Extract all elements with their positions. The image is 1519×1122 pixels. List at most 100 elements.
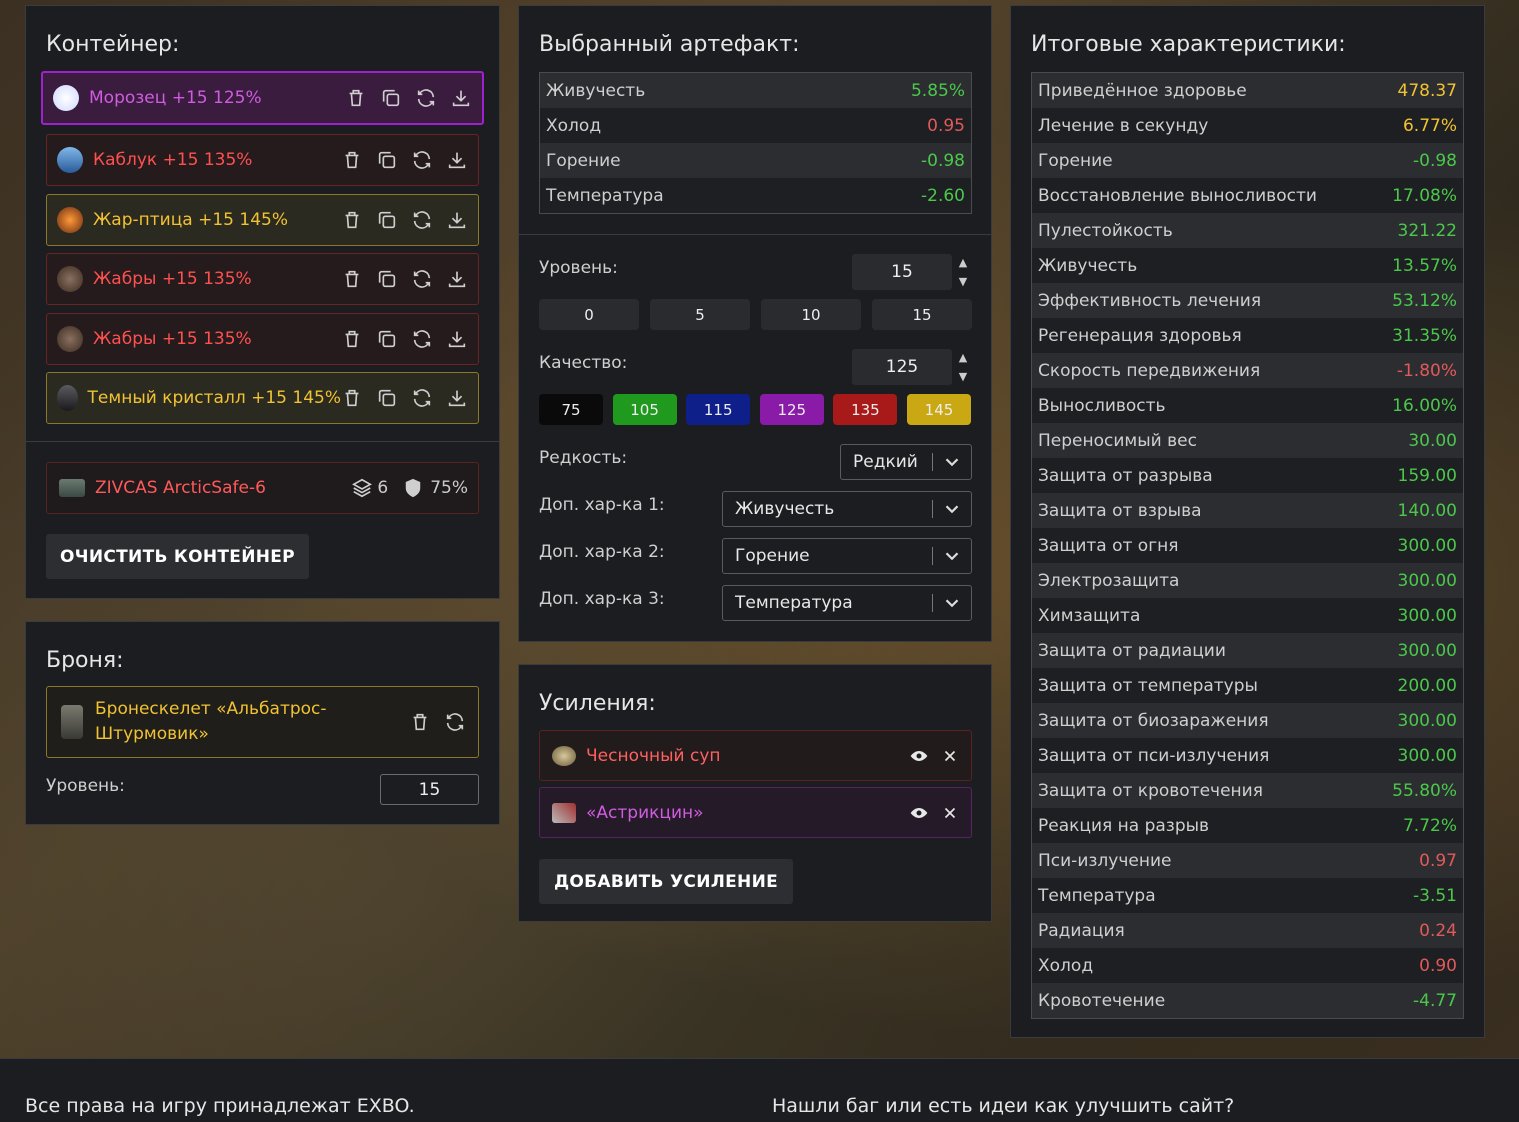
trash-icon[interactable] bbox=[345, 87, 367, 109]
extra1-select[interactable]: Живучесть bbox=[722, 491, 972, 527]
close-icon[interactable] bbox=[941, 747, 959, 765]
chevron-down-icon bbox=[941, 498, 963, 520]
total-stat-row: Выносливость 16.00% bbox=[1032, 388, 1463, 423]
download-icon[interactable] bbox=[446, 328, 468, 350]
chevron-up-icon[interactable]: ▲ bbox=[959, 351, 967, 364]
extra2-select[interactable]: Горение bbox=[722, 538, 972, 574]
total-stat-label: Восстановление выносливости bbox=[1038, 185, 1317, 206]
artifact-row[interactable]: Жабры +15 135% bbox=[46, 313, 479, 365]
armor-row[interactable]: Бронескелет «Альбатрос-Штурмовик» bbox=[46, 686, 479, 758]
trash-icon[interactable] bbox=[341, 149, 363, 171]
total-stat-row: Пси-излучение 0.97 bbox=[1032, 843, 1463, 878]
total-stat-row: Пулестойкость 321.22 bbox=[1032, 213, 1463, 248]
quality-preset-chip[interactable]: 105 bbox=[612, 394, 677, 425]
trash-icon[interactable] bbox=[341, 209, 363, 231]
total-stat-value: 159.00 bbox=[1397, 465, 1457, 486]
totals-panel: Итоговые характеристики: Приведённое здо… bbox=[1010, 5, 1485, 1038]
artifact-row[interactable]: Жар-птица +15 145% bbox=[46, 194, 479, 246]
download-icon[interactable] bbox=[446, 149, 468, 171]
artifact-name: Жар-птица +15 145% bbox=[93, 210, 288, 230]
level-stepper[interactable]: ▲ ▼ bbox=[956, 256, 970, 288]
quality-preset-chip[interactable]: 75 bbox=[539, 394, 603, 425]
quality-stepper[interactable]: ▲ ▼ bbox=[956, 351, 970, 383]
add-boost-button[interactable]: ДОБАВИТЬ УСИЛЕНИЕ bbox=[539, 859, 793, 904]
artifact-row[interactable]: Темный кристалл +15 145% bbox=[46, 372, 479, 424]
total-stat-label: Температура bbox=[1038, 885, 1156, 906]
total-stat-value: 321.22 bbox=[1397, 220, 1457, 241]
boost-row[interactable]: Чесночный суп bbox=[539, 730, 972, 781]
quality-preset-chip[interactable]: 145 bbox=[907, 394, 971, 425]
container-case-row[interactable]: ZIVCAS ArcticSafe-6 6 75% bbox=[46, 462, 479, 514]
rarity-select[interactable]: Редкий bbox=[840, 444, 972, 480]
snow-orb-icon bbox=[53, 85, 79, 111]
level-preset-chip[interactable]: 15 bbox=[872, 299, 972, 330]
extra3-value: Температура bbox=[735, 593, 853, 613]
swap-icon[interactable] bbox=[411, 149, 433, 171]
total-stat-value: 300.00 bbox=[1397, 605, 1457, 626]
swap-icon[interactable] bbox=[415, 87, 437, 109]
artifact-name: Темный кристалл +15 145% bbox=[87, 388, 341, 408]
download-icon[interactable] bbox=[450, 87, 472, 109]
selected-stat-value: 0.95 bbox=[927, 115, 965, 136]
total-stat-value: 6.77% bbox=[1402, 115, 1457, 136]
footer-feedback[interactable]: Нашли баг или есть идеи как улучшить сай… bbox=[772, 1095, 1234, 1117]
artifact-row[interactable]: Морозец +15 125% bbox=[41, 71, 484, 125]
armor-level-input[interactable]: 15 bbox=[380, 774, 479, 805]
boost-row[interactable]: «Астрикцин» bbox=[539, 787, 972, 838]
level-preset-chip[interactable]: 10 bbox=[761, 299, 861, 330]
download-icon[interactable] bbox=[446, 268, 468, 290]
level-preset-chip[interactable]: 5 bbox=[650, 299, 750, 330]
download-icon[interactable] bbox=[446, 387, 468, 409]
total-stat-value: 53.12% bbox=[1392, 290, 1457, 311]
quality-input[interactable]: 125 bbox=[852, 349, 952, 385]
rarity-value: Редкий bbox=[853, 452, 918, 472]
artifact-row[interactable]: Жабры +15 135% bbox=[46, 253, 479, 305]
level-input[interactable]: 15 bbox=[852, 254, 952, 290]
divider bbox=[519, 234, 991, 235]
artifact-name: Жабры +15 135% bbox=[93, 269, 252, 289]
chevron-down-icon bbox=[941, 451, 963, 473]
swap-icon[interactable] bbox=[444, 711, 466, 733]
copy-icon[interactable] bbox=[380, 87, 402, 109]
boosts-title: Усиления: bbox=[539, 691, 656, 716]
eye-icon[interactable] bbox=[909, 803, 929, 823]
trash-icon[interactable] bbox=[409, 711, 431, 733]
gills-artifact-icon bbox=[57, 326, 83, 352]
copy-icon[interactable] bbox=[376, 209, 398, 231]
chevron-down-icon[interactable]: ▼ bbox=[959, 275, 967, 288]
eye-icon[interactable] bbox=[909, 746, 929, 766]
total-stat-value: 17.08% bbox=[1392, 185, 1457, 206]
swap-icon[interactable] bbox=[411, 268, 433, 290]
level-label: Уровень: bbox=[539, 258, 618, 278]
quality-preset-chip[interactable]: 125 bbox=[759, 394, 824, 425]
clear-container-button[interactable]: ОЧИСТИТЬ КОНТЕЙНЕР bbox=[46, 534, 309, 579]
swap-icon[interactable] bbox=[411, 328, 433, 350]
artifact-row[interactable]: Каблук +15 135% bbox=[46, 134, 479, 186]
copy-icon[interactable] bbox=[376, 268, 398, 290]
trash-icon[interactable] bbox=[341, 268, 363, 290]
armor-title: Броня: bbox=[46, 648, 124, 673]
copy-icon[interactable] bbox=[376, 149, 398, 171]
total-stat-value: -3.51 bbox=[1413, 885, 1457, 906]
swap-icon[interactable] bbox=[411, 387, 433, 409]
chevron-up-icon[interactable]: ▲ bbox=[959, 256, 967, 269]
copy-icon[interactable] bbox=[376, 328, 398, 350]
total-stat-row: Защита от пси-излучения 300.00 bbox=[1032, 738, 1463, 773]
download-icon[interactable] bbox=[446, 209, 468, 231]
case-name: ZIVCAS ArcticSafe-6 bbox=[95, 478, 266, 498]
level-preset-chip[interactable]: 0 bbox=[539, 299, 639, 330]
total-stat-label: Лечение в секунду bbox=[1038, 115, 1209, 136]
extra3-select[interactable]: Температура bbox=[722, 585, 972, 621]
total-stat-value: 0.90 bbox=[1419, 955, 1457, 976]
swap-icon[interactable] bbox=[411, 209, 433, 231]
chevron-down-icon[interactable]: ▼ bbox=[959, 370, 967, 383]
trash-icon[interactable] bbox=[341, 387, 363, 409]
quality-preset-chip[interactable]: 135 bbox=[833, 394, 898, 425]
quality-preset-chip[interactable]: 115 bbox=[686, 394, 751, 425]
selected-stats-table: Живучесть 5.85% Холод 0.95 Горение -0.98 Темпе… bbox=[539, 72, 972, 214]
footer-rights: Все права на игру принадлежат EXBO. bbox=[25, 1095, 415, 1117]
total-stat-value: 300.00 bbox=[1397, 535, 1457, 556]
copy-icon[interactable] bbox=[376, 387, 398, 409]
trash-icon[interactable] bbox=[341, 328, 363, 350]
close-icon[interactable] bbox=[941, 804, 959, 822]
